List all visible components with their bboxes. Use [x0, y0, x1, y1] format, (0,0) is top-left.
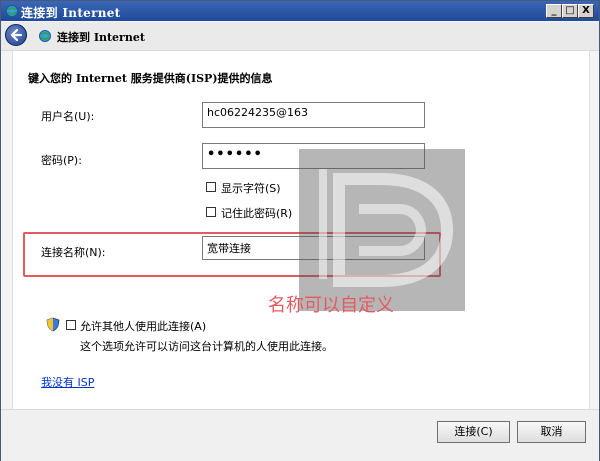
- page-title: 连接到 Internet: [57, 31, 145, 44]
- connect-button[interactable]: 连接(C): [437, 421, 510, 443]
- username-label: 用户名(U):: [41, 110, 95, 123]
- allow-others-label: 允许其他人使用此连接(A): [80, 320, 207, 333]
- remember-password-label: 记住此密码(R): [221, 207, 293, 220]
- title-bar: 连接到 Internet _ □ X: [1, 1, 599, 21]
- no-isp-link[interactable]: 我没有 ISP: [41, 374, 94, 390]
- window-title: 连接到 Internet: [21, 6, 121, 20]
- show-characters-label: 显示字符(S): [221, 182, 281, 195]
- close-button[interactable]: X: [578, 4, 594, 18]
- allow-others-checkbox[interactable]: [66, 320, 76, 330]
- back-button[interactable]: [5, 24, 27, 46]
- password-label: 密码(P):: [41, 154, 82, 167]
- minimize-button[interactable]: _: [546, 4, 562, 18]
- remember-password-checkbox[interactable]: [206, 207, 216, 217]
- dialog-window: 连接到 Internet _ □ X 连接到 Internet 键入您的 Int…: [0, 0, 600, 461]
- navigation-bar: 连接到 Internet: [1, 22, 599, 51]
- maximize-button[interactable]: □: [562, 4, 578, 18]
- back-arrow-icon: [10, 28, 23, 42]
- annotation-text: 名称可以自定义: [268, 295, 394, 316]
- form-heading: 键入您的 Internet 服务提供商(ISP)提供的信息: [28, 72, 273, 85]
- uac-shield-icon: [46, 317, 60, 335]
- show-characters-checkbox[interactable]: [206, 182, 216, 192]
- network-globe-icon: [38, 29, 52, 46]
- allow-others-description: 这个选项允许可以访问这台计算机的人使用此连接。: [80, 340, 333, 353]
- cancel-button[interactable]: 取消: [517, 421, 586, 443]
- username-field[interactable]: hc06224235@163: [202, 102, 425, 128]
- network-globe-icon: [5, 4, 19, 18]
- watermark-logo: [299, 149, 465, 311]
